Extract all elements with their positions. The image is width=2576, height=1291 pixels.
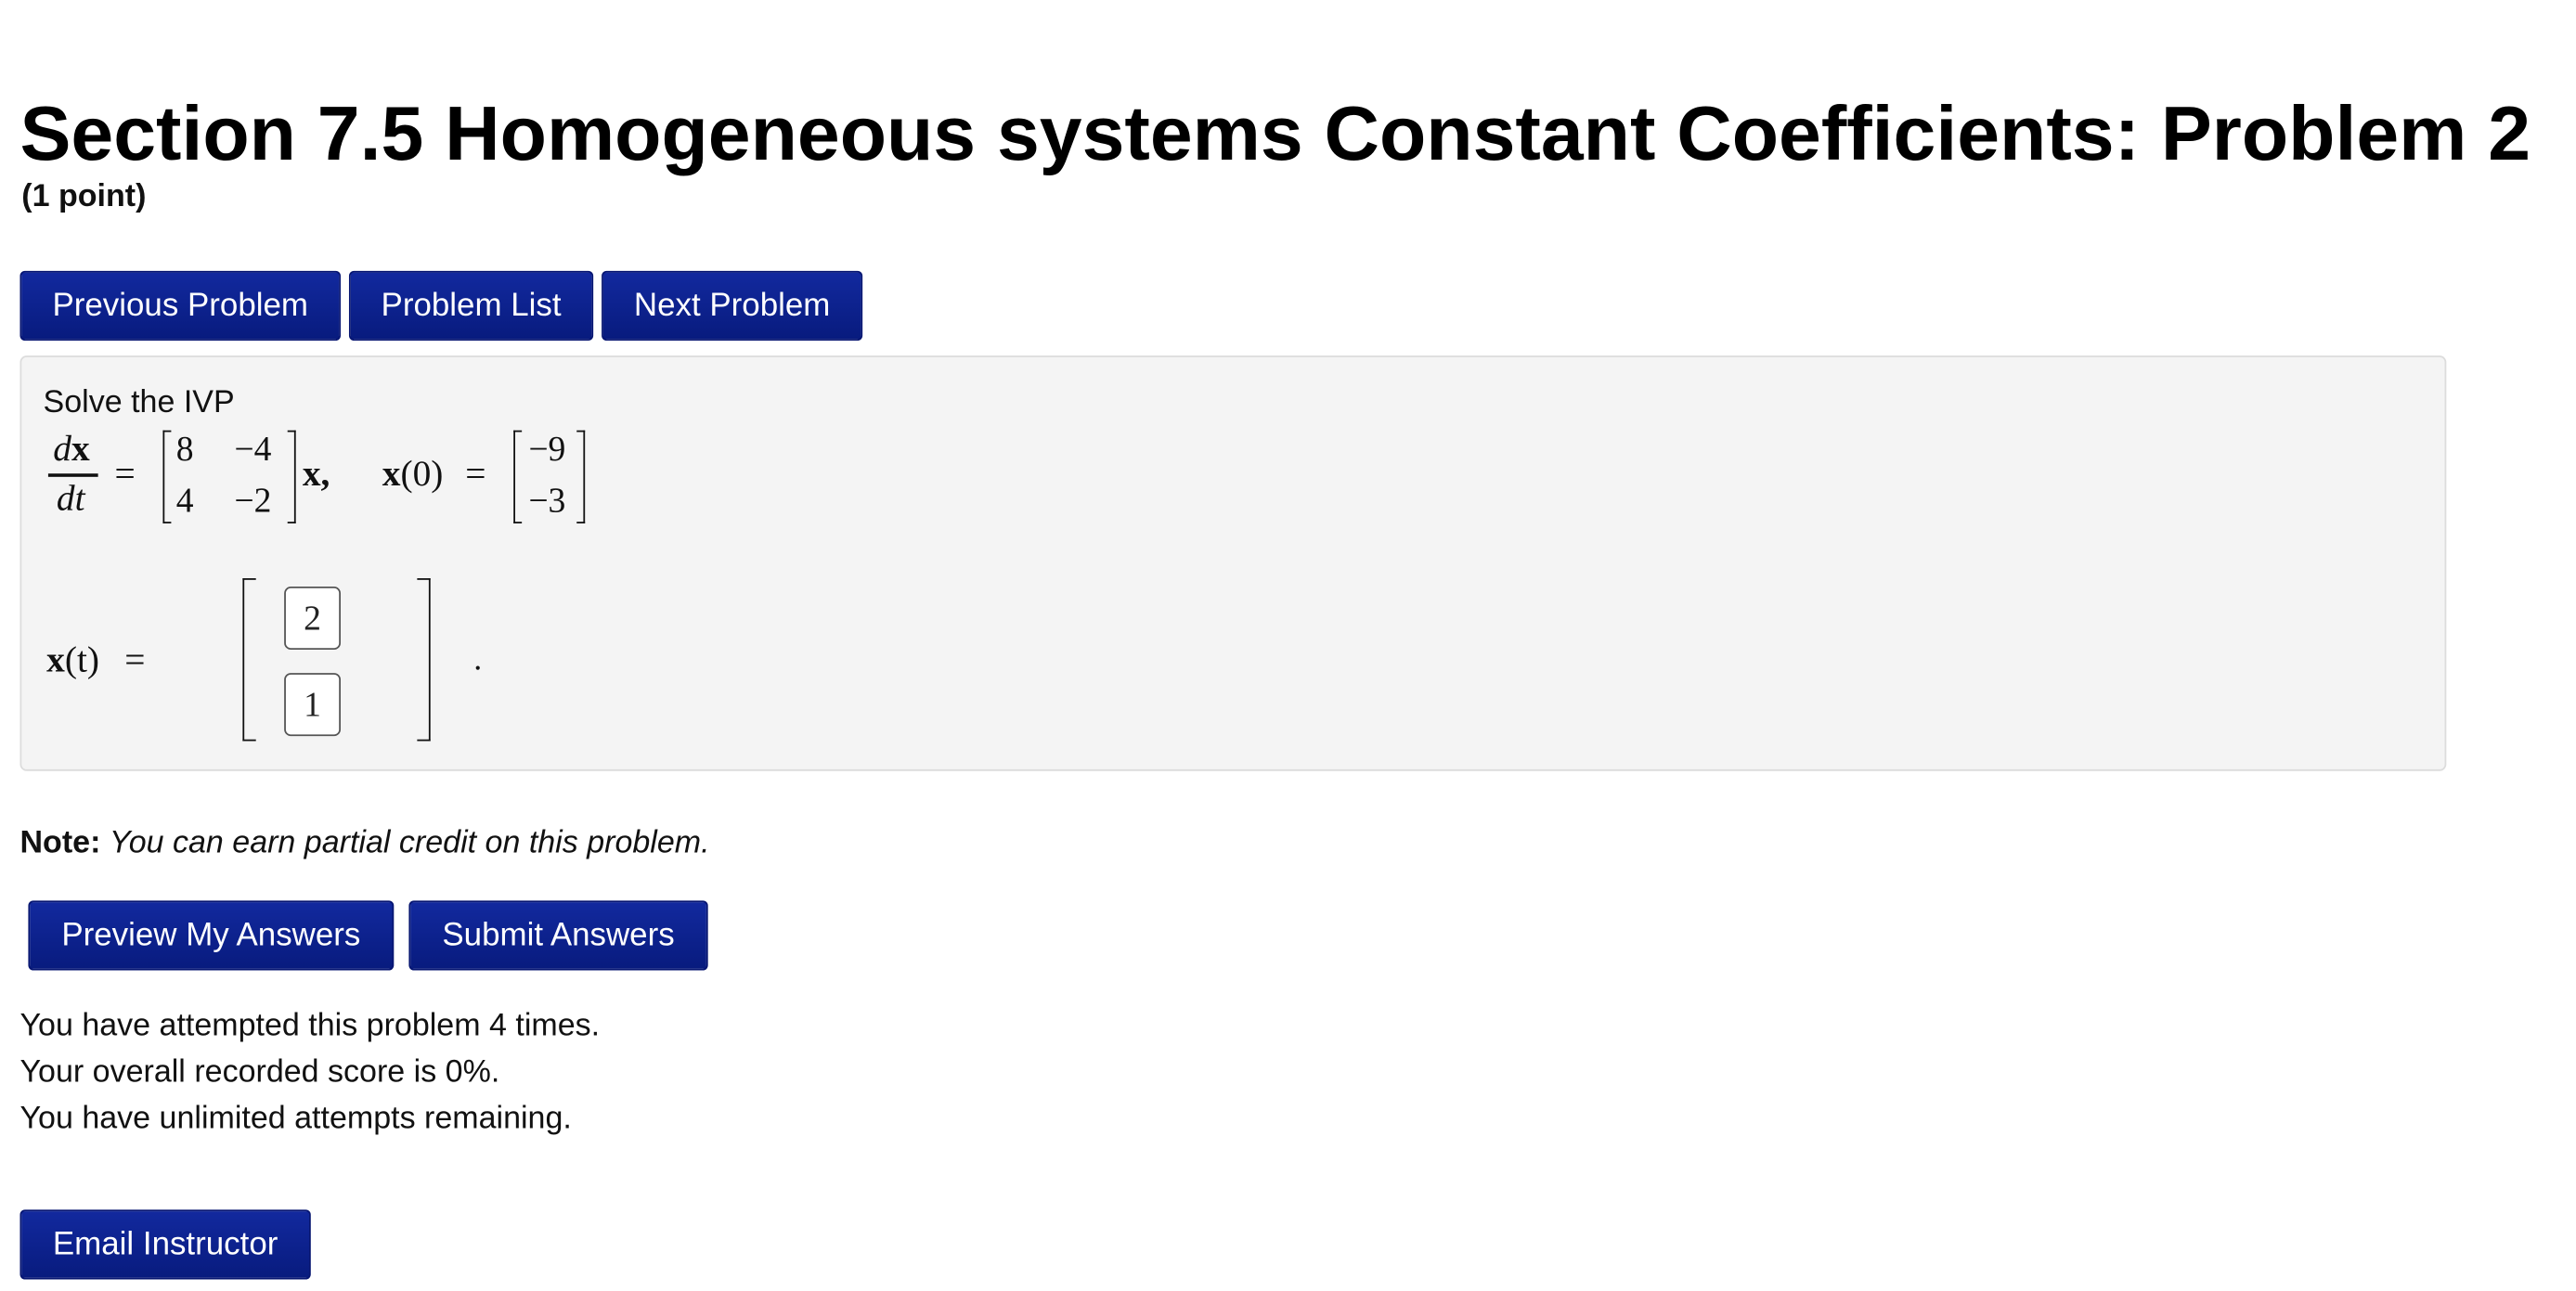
vector-right-bracket (576, 430, 586, 523)
matrix-cell: −2 (234, 480, 272, 521)
matrix-left-bracket (162, 430, 172, 523)
ode-numerator: dx (53, 427, 90, 469)
next-problem-button[interactable]: Next Problem (602, 270, 863, 342)
email-instructor-button[interactable]: Email Instructor (19, 1209, 311, 1280)
page-title: Section 7.5 Homogeneous systems Constant… (19, 89, 2531, 176)
preview-answers-button[interactable]: Preview My Answers (28, 900, 395, 971)
matrix-cell: 8 (175, 428, 194, 469)
answer-period: . (473, 641, 483, 678)
matrix-right-bracket (287, 430, 296, 523)
answer-right-bracket (417, 578, 431, 742)
page: Section 7.5 Homogeneous systems Constant… (0, 0, 2576, 1291)
equals-sign: = (465, 451, 486, 494)
attempts-status: You have attempted this problem 4 times. (19, 1008, 601, 1044)
vector-cell: −9 (528, 428, 566, 469)
answer-input-row1[interactable]: 2 (284, 586, 342, 651)
remaining-attempts-status: You have unlimited attempts remaining. (19, 1101, 572, 1137)
note-label: Note: (19, 825, 101, 861)
initial-condition-lhs: x(0) (382, 451, 444, 494)
answer-left-bracket (242, 578, 256, 742)
vector-cell: −3 (528, 480, 566, 521)
vector-left-bracket (513, 430, 523, 523)
equals-sign: = (124, 638, 146, 680)
ode-denominator: dt (56, 476, 85, 519)
equals-sign: = (114, 451, 136, 494)
score-status: Your overall recorded score is 0%. (19, 1054, 500, 1091)
previous-problem-button[interactable]: Previous Problem (19, 270, 342, 342)
answer-lhs: x(t) (46, 638, 99, 680)
answer-input-row2[interactable]: 1 (284, 673, 342, 737)
ode-x-comma: x, (302, 451, 330, 494)
fraction-bar (47, 473, 98, 476)
matrix-cell: −4 (234, 428, 272, 469)
problem-intro: Solve the IVP (43, 385, 235, 420)
submit-answers-button[interactable]: Submit Answers (408, 900, 708, 971)
problem-points: (1 point) (21, 179, 147, 214)
note-text: You can earn partial credit on this prob… (109, 825, 710, 861)
partial-credit-note: Note: You can earn partial credit on thi… (19, 824, 709, 864)
problem-statement-box (19, 355, 2447, 771)
matrix-cell: 4 (175, 480, 194, 521)
problem-list-button[interactable]: Problem List (348, 270, 594, 342)
